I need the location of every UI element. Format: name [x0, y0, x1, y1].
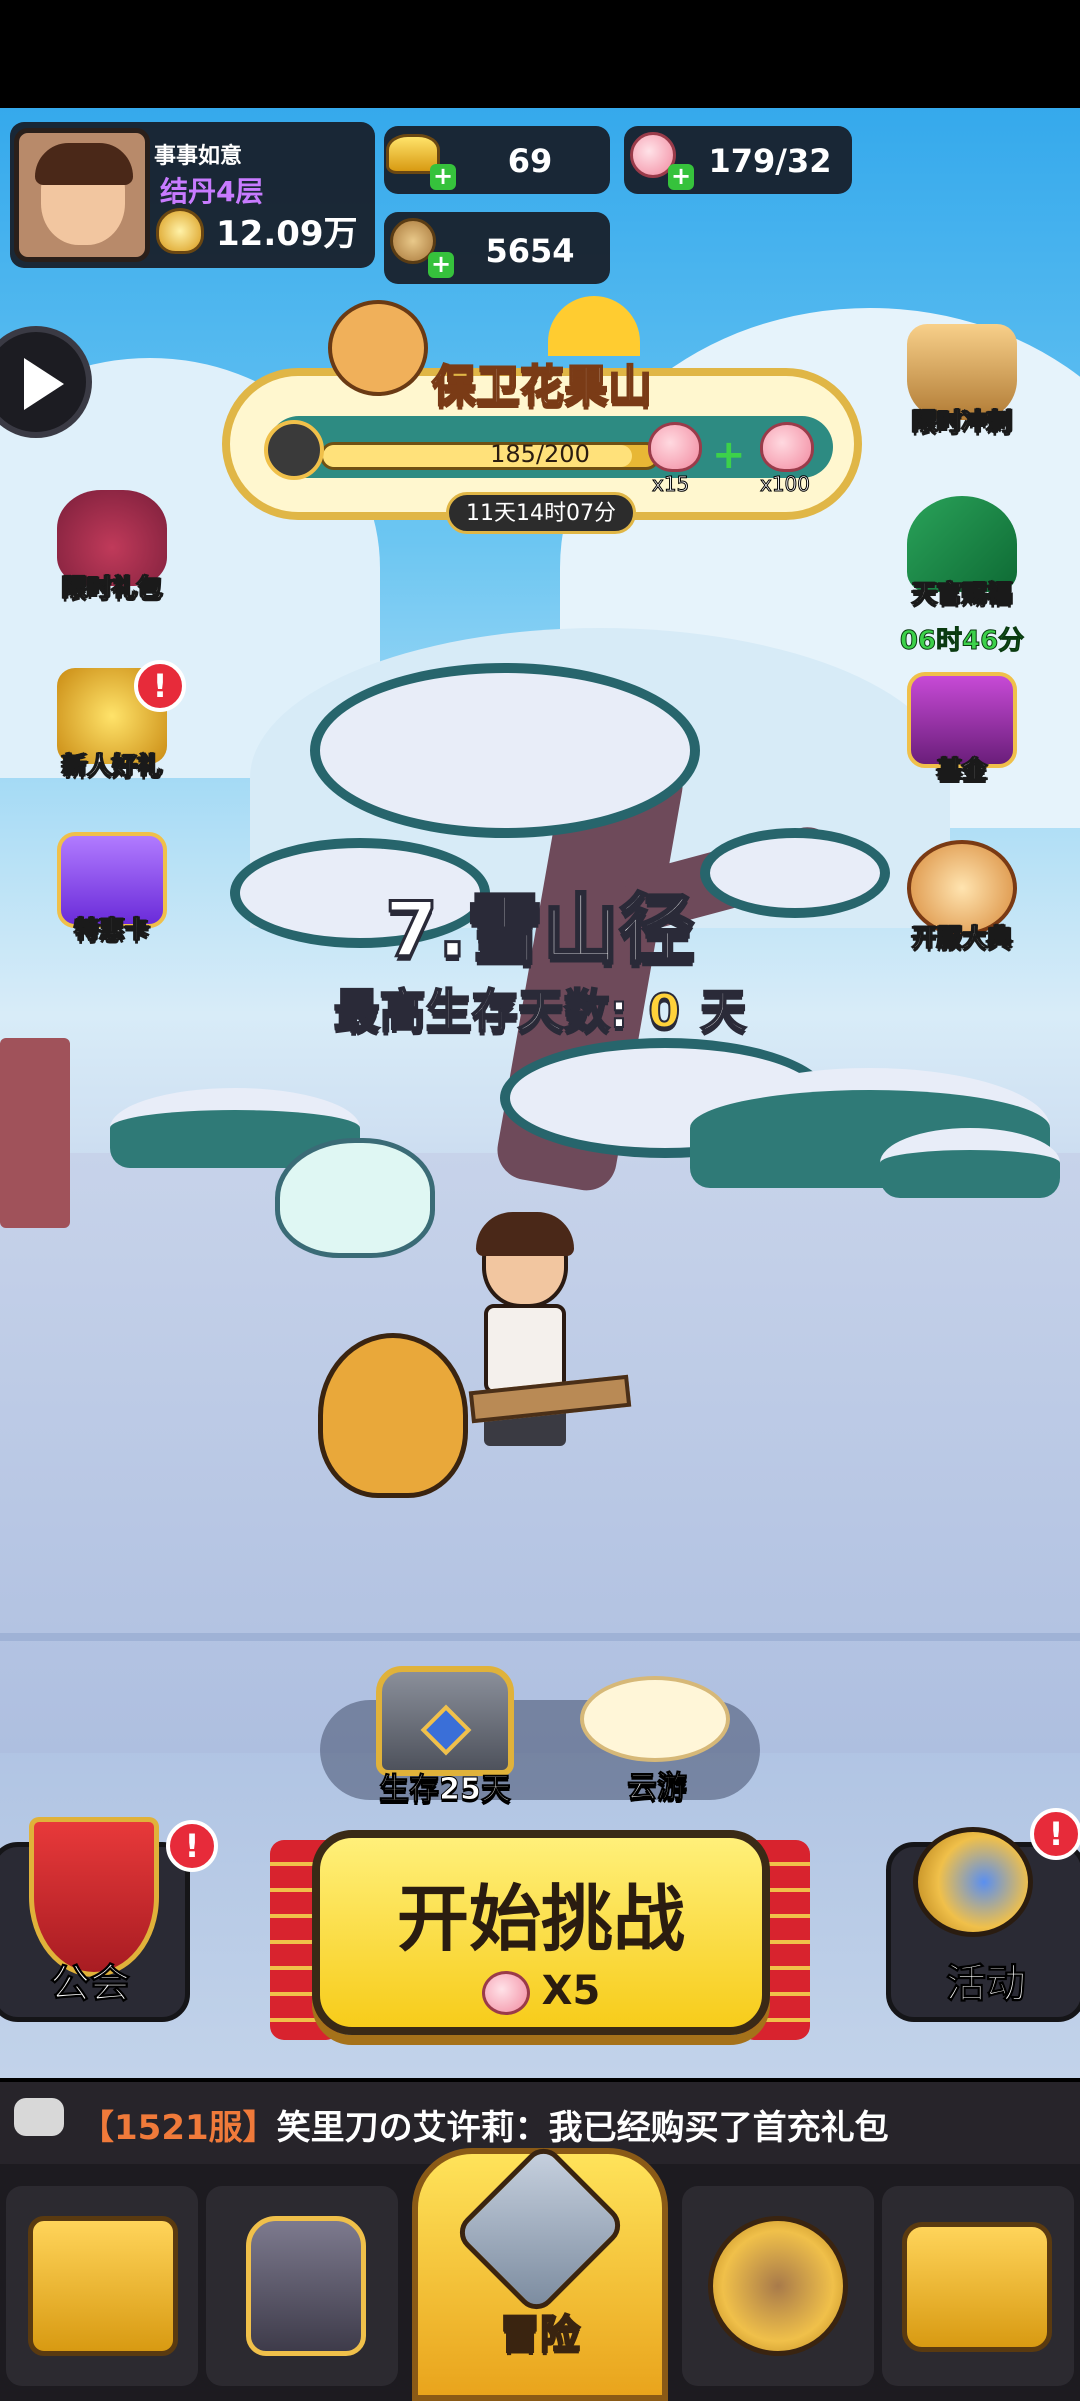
reward-peach-icon[interactable] [648, 422, 702, 472]
heavenly-blessing-button[interactable]: 天官赐福 [892, 496, 1032, 610]
horn-icon [913, 1827, 1033, 1937]
power-value: 12.09万 [216, 214, 358, 254]
ice-fox-pet [275, 1138, 435, 1258]
limited-gift-pack-button[interactable]: 限时礼包 [42, 490, 182, 604]
survival-chest-button[interactable]: 生存25天 [370, 1660, 520, 1808]
treasure-chest-icon [376, 1666, 514, 1776]
reward1-qty: x15 [651, 472, 690, 497]
survival-days-value: 0 [647, 983, 681, 1039]
coin-value: 5654 [485, 232, 575, 270]
snowy-tree [310, 663, 700, 838]
nav-adventure-tab[interactable]: 冒险 [412, 2140, 668, 2401]
add-gold-button[interactable]: + [430, 164, 456, 190]
event-timer: 11天14时07分 [446, 492, 636, 534]
activity-button[interactable]: 活动 [886, 1827, 1080, 2022]
start-challenge-button[interactable]: 开始挑战 X5 [312, 1830, 770, 2035]
survival-unit: 天 [699, 983, 747, 1039]
limited-gift-pack-label: 限时礼包 [61, 573, 162, 603]
reward-peach-icon-2[interactable] [760, 422, 814, 472]
event-banner-mascot [328, 300, 428, 396]
cloud-icon [580, 1676, 730, 1762]
nav-treasure-tab[interactable] [882, 2186, 1074, 2386]
add-peach-button[interactable]: + [668, 164, 694, 190]
start-challenge-label: 开始挑战 [396, 1877, 685, 1961]
survival-label: 最高生存天数: [333, 983, 629, 1039]
flag-icon [264, 420, 324, 480]
activity-alert-badge: ! [1030, 1808, 1080, 1860]
locked-chest-icon [902, 2222, 1052, 2352]
chat-server-tag: 【1521服】 [80, 2108, 277, 2148]
level-title: 7.雪山径 [384, 884, 697, 976]
activity-label: 活动 [946, 1961, 1027, 2008]
nav-equipment-tab[interactable] [206, 2186, 398, 2386]
add-coin-button[interactable]: + [428, 252, 454, 278]
peach-value: 179/32 [708, 142, 832, 180]
newbie-gift-alert-badge: ! [134, 660, 186, 712]
survival-chest-label: 生存25天 [379, 1772, 512, 1808]
gold-value: 69 [507, 142, 553, 180]
chat-bubble-icon [14, 2098, 64, 2136]
guild-button[interactable]: 公会 [0, 1817, 190, 2022]
newbie-gift-label: 新人好礼 [61, 751, 162, 781]
fund-button[interactable]: 基金 [892, 672, 1032, 786]
nav-adventure-label: 冒险 [499, 2311, 581, 2359]
event-progress-text: 185/200 [490, 440, 590, 468]
cloud-travel-button[interactable]: 云游 [572, 1656, 742, 1806]
play-icon [24, 358, 64, 410]
plus-icon: + [712, 432, 746, 478]
limited-sprint-button[interactable]: 限时冲刺 [892, 324, 1032, 438]
start-cost: X5 [320, 1968, 762, 2015]
event-title: 保卫花果山 [431, 360, 653, 413]
chat-message: 【1521服】笑里刀の艾许莉：我已经购买了首充礼包 [80, 2100, 889, 2149]
heavenly-blessing-label: 天官赐福 [911, 579, 1012, 609]
guild-alert-badge: ! [166, 1820, 218, 1872]
guild-label: 公会 [50, 1961, 131, 2008]
crossed-swords-icon [451, 2140, 629, 2318]
max-survival-days: 最高生存天数: 0 天 [0, 975, 1080, 1041]
cloud-travel-label: 云游 [627, 1770, 688, 1806]
player-realm: 结丹4层 [160, 175, 264, 208]
reward2-qty: x100 [759, 472, 811, 497]
avatar[interactable] [14, 128, 150, 262]
power-icon [156, 208, 204, 254]
peach-cost-icon [481, 1971, 530, 2015]
player-name: 事事如意 [154, 144, 243, 169]
lion-pet [318, 1333, 468, 1498]
upgrade-arrow-icon [708, 2216, 848, 2356]
fund-label: 基金 [936, 755, 987, 785]
limited-sprint-label: 限时冲刺 [911, 407, 1012, 437]
shop-building-icon [28, 2216, 178, 2356]
start-cost-value: X5 [541, 1968, 601, 2014]
heavenly-blessing-timer: 06时46分 [899, 626, 1025, 657]
nav-shop-tab[interactable] [6, 2186, 198, 2386]
nav-upgrade-tab[interactable] [682, 2186, 874, 2386]
chat-message-text: 笑里刀の艾许莉：我已经购买了首充礼包 [276, 2108, 889, 2148]
armor-icon [246, 2216, 366, 2356]
